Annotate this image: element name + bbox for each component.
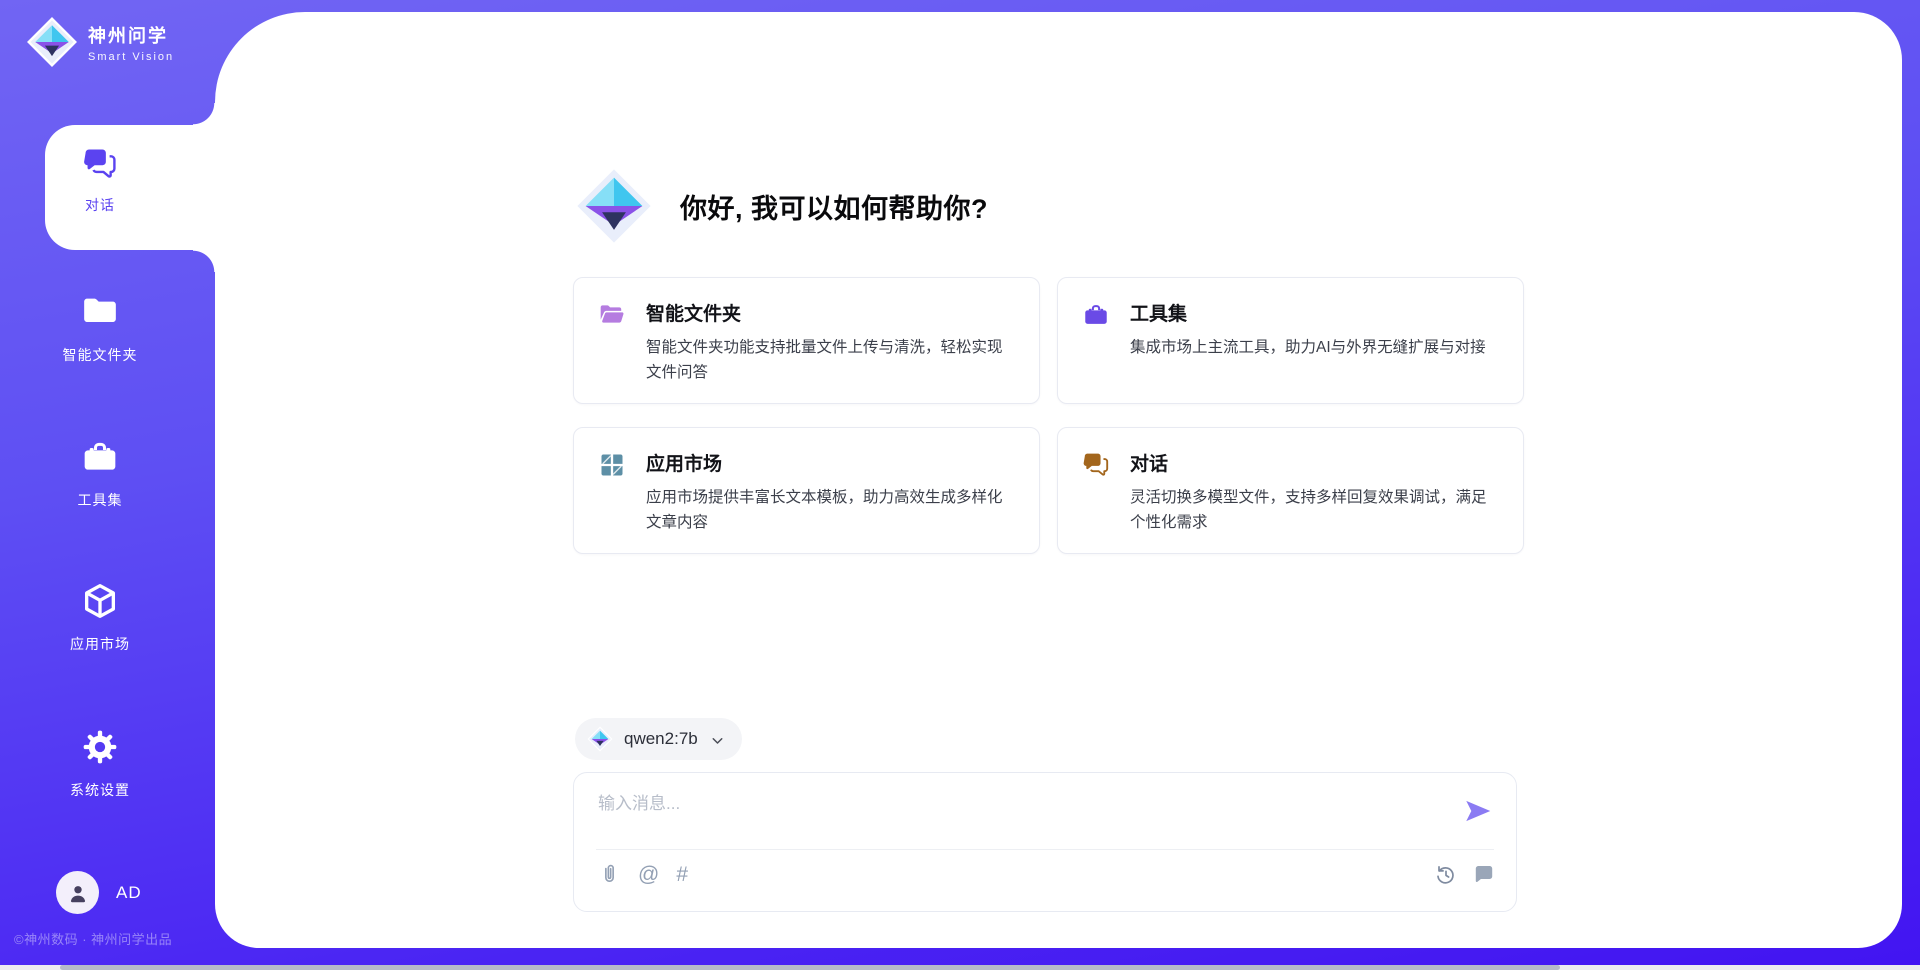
sidebar-item-settings[interactable]: 系统设置 — [20, 727, 180, 800]
card-body: 对话 灵活切换多模型文件，支持多样回复效果调试，满足个性化需求 — [1130, 449, 1503, 535]
card-description: 应用市场提供丰富长文本模板，助力高效生成多样化文章内容 — [646, 485, 1019, 535]
sidebar-item-label: 对话 — [20, 195, 180, 215]
diamond-logo-icon — [587, 726, 613, 752]
avatar — [56, 871, 99, 914]
sidebar-item-toolset[interactable]: 工具集 — [20, 437, 180, 510]
app-screen: 神州问学 Smart Vision 对话 智能文件夹 工具集 应用市场 系统设置… — [0, 0, 1920, 970]
model-selector[interactable]: qwen2:7b — [575, 718, 742, 760]
copyright-text: ©神州数码 · 神州问学出品 — [14, 929, 172, 948]
hash-icon[interactable]: # — [676, 863, 688, 886]
card-body: 智能文件夹 智能文件夹功能支持批量文件上传与清洗，轻松实现文件问答 — [646, 299, 1019, 385]
card-title: 工具集 — [1130, 299, 1500, 326]
sidebar-item-label: 应用市场 — [20, 634, 180, 654]
active-tab-fillet-bottom — [193, 250, 215, 272]
message-composer: @ # — [573, 772, 1517, 912]
message-input[interactable] — [598, 789, 1444, 841]
card-smart-folder[interactable]: 智能文件夹 智能文件夹功能支持批量文件上传与清洗，轻松实现文件问答 — [573, 277, 1040, 404]
chat-bubble-icon[interactable] — [1472, 863, 1496, 887]
person-icon — [65, 880, 91, 906]
history-icon[interactable] — [1434, 863, 1458, 887]
greeting: 你好, 我可以如何帮助你? — [570, 162, 988, 250]
cube-icon — [80, 581, 120, 621]
toolbox-icon — [1082, 301, 1110, 329]
feature-cards: 智能文件夹 智能文件夹功能支持批量文件上传与清洗，轻松实现文件问答 工具集 集成… — [573, 277, 1524, 554]
sidebar-item-label: 智能文件夹 — [20, 345, 180, 365]
sidebar-item-label: 系统设置 — [20, 780, 180, 800]
card-body: 应用市场 应用市场提供丰富长文本模板，助力高效生成多样化文章内容 — [646, 449, 1019, 535]
brand-diamond-logo-icon — [26, 16, 78, 68]
card-chat[interactable]: 对话 灵活切换多模型文件，支持多样回复效果调试，满足个性化需求 — [1057, 427, 1524, 554]
composer-divider — [596, 849, 1494, 850]
card-toolset[interactable]: 工具集 集成市场上主流工具，助力AI与外界无缝扩展与对接 — [1057, 277, 1524, 404]
brand-text: 神州问学 Smart Vision — [88, 22, 174, 63]
brand-subtitle: Smart Vision — [88, 51, 174, 63]
sidebar-item-label: 工具集 — [20, 490, 180, 510]
chat-icon — [1082, 451, 1110, 479]
active-tab-fillet-top — [193, 103, 215, 125]
horizontal-scrollbar-thumb[interactable] — [60, 965, 1560, 970]
at-icon[interactable]: @ — [638, 863, 659, 886]
toolbox-icon — [80, 437, 120, 477]
card-app-market[interactable]: 应用市场 应用市场提供丰富长文本模板，助力高效生成多样化文章内容 — [573, 427, 1040, 554]
sidebar-item-chat[interactable]: 对话 — [20, 146, 180, 215]
composer-tools-right — [1434, 863, 1496, 887]
card-description: 灵活切换多模型文件，支持多样回复效果调试，满足个性化需求 — [1130, 485, 1503, 535]
paperclip-icon[interactable] — [598, 863, 621, 886]
composer-tools-left: @ # — [598, 863, 688, 886]
card-description: 集成市场上主流工具，助力AI与外界无缝扩展与对接 — [1130, 335, 1500, 360]
sidebar-item-smart-folder[interactable]: 智能文件夹 — [20, 292, 180, 365]
card-description: 智能文件夹功能支持批量文件上传与清洗，轻松实现文件问答 — [646, 335, 1019, 385]
greeting-diamond-logo-icon — [570, 162, 658, 250]
folder-open-icon — [598, 301, 626, 329]
brand-name: 神州问学 — [88, 22, 174, 48]
gear-icon — [80, 727, 120, 767]
folder-icon — [80, 292, 120, 332]
card-body: 工具集 集成市场上主流工具，助力AI与外界无缝扩展与对接 — [1130, 299, 1500, 360]
horizontal-scrollbar-track[interactable] — [0, 965, 1920, 970]
chat-icon — [82, 146, 118, 182]
card-title: 应用市场 — [646, 449, 1019, 476]
card-title: 对话 — [1130, 449, 1503, 476]
sidebar-item-app-market[interactable]: 应用市场 — [20, 581, 180, 654]
send-button[interactable] — [1462, 795, 1494, 827]
card-title: 智能文件夹 — [646, 299, 1019, 326]
chevron-down-icon — [709, 732, 726, 749]
model-name: qwen2:7b — [624, 729, 698, 749]
user-menu[interactable]: AD — [56, 871, 142, 914]
send-icon — [1462, 795, 1494, 827]
user-name: AD — [116, 883, 142, 903]
app-grid-icon — [598, 451, 626, 479]
greeting-text: 你好, 我可以如何帮助你? — [680, 187, 988, 226]
brand: 神州问学 Smart Vision — [26, 16, 174, 68]
